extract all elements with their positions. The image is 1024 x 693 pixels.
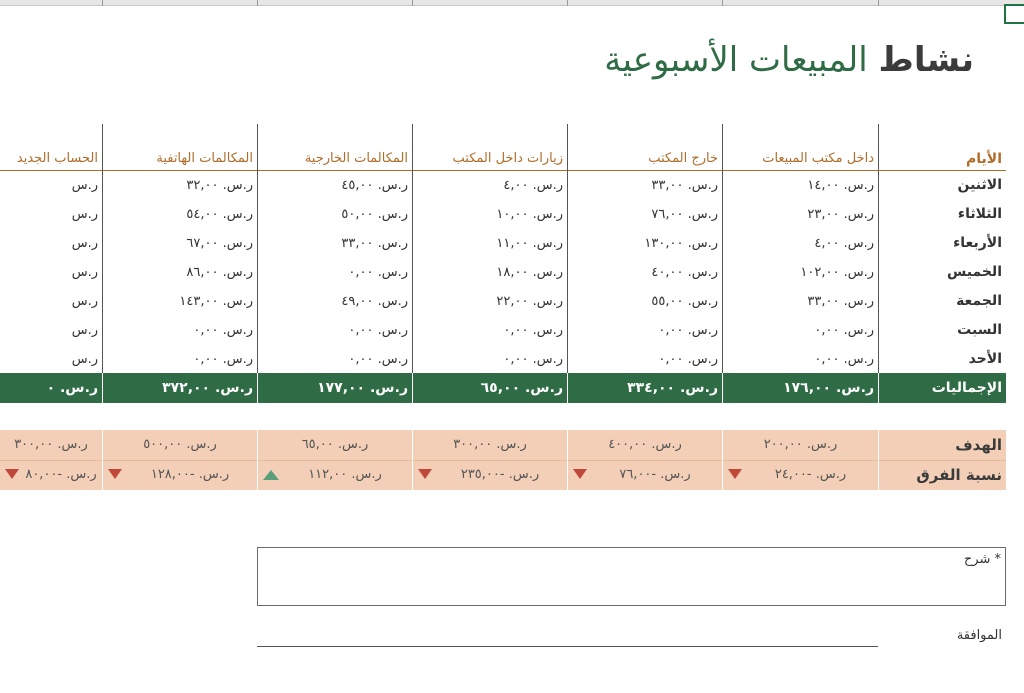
table-cell[interactable]: ر.س. ١٠٢,٠٠	[723, 258, 878, 287]
column-separator	[412, 0, 413, 6]
page-title: نشاط المبيعات الأسبوعية	[604, 40, 974, 80]
table-cell[interactable]: ر.س	[0, 171, 102, 200]
goal-cell[interactable]: ر.س. ٢٠٠,٠٠	[723, 430, 878, 460]
table-cell[interactable]: ر.س. ٣٣,٠٠	[258, 229, 412, 258]
table-cell[interactable]: ر.س. ٠,٠٠	[413, 345, 567, 374]
column-separator	[102, 0, 103, 6]
table-cell[interactable]: ر.س. ٧٦,٠٠	[568, 200, 722, 229]
triangle-down-icon	[573, 469, 587, 479]
table-cell[interactable]: ر.س. ٠,٠٠	[413, 316, 567, 345]
header-phone-calls[interactable]: المكالمات الهاتفية	[103, 147, 257, 171]
table-cell[interactable]: ر.س. ٠,٠٠	[103, 316, 257, 345]
table-cell[interactable]: ر.س. ٠,٠٠	[723, 345, 878, 374]
row-day-label[interactable]: الأحد	[878, 345, 1006, 374]
total-cell[interactable]: ر.س. ٦٥,٠٠	[413, 373, 567, 403]
table-cell[interactable]: ر.س. ٠,٠٠	[258, 345, 412, 374]
table-cell[interactable]: ر.س. ٠,٠٠	[103, 345, 257, 374]
triangle-up-icon	[263, 470, 279, 480]
header-in-office[interactable]: داخل مكتب المبيعات	[723, 147, 878, 171]
table-cell[interactable]: ر.س. ١٠,٠٠	[413, 200, 567, 229]
row-day-label[interactable]: الثلاثاء	[878, 200, 1006, 229]
goal-cell[interactable]: ر.س. ٣٠٠,٠٠	[0, 430, 102, 460]
comment-box[interactable]: * شرح	[257, 547, 1006, 606]
variance-cell[interactable]: ر.س. -١٢٨,٠٠	[103, 460, 257, 490]
total-cell[interactable]: ر.س. ١٧٦,٠٠	[723, 373, 878, 403]
total-cell[interactable]: ر.س. ٣٧٢,٠٠	[103, 373, 257, 403]
row-day-label[interactable]: السبت	[878, 316, 1006, 345]
total-cell[interactable]: ر.س. ٠	[0, 373, 102, 403]
table-cell[interactable]: ر.س	[0, 316, 102, 345]
title-rest: المبيعات الأسبوعية	[604, 40, 879, 80]
header-new-account[interactable]: الحساب الجديد	[0, 147, 102, 171]
table-cell[interactable]: ر.س. ٤٥,٠٠	[258, 171, 412, 200]
column-separator	[722, 0, 723, 6]
table-cell[interactable]: ر.س. ٠,٠٠	[258, 316, 412, 345]
table-cell[interactable]: ر.س. ٥٥,٠٠	[568, 287, 722, 316]
row-day-label[interactable]: الخميس	[878, 258, 1006, 287]
comment-label: * شرح	[963, 552, 1001, 567]
table-cell[interactable]: ر.س. ٥٤,٠٠	[103, 200, 257, 229]
variance-cell[interactable]: ر.س. ١١٢,٠٠	[258, 460, 412, 490]
row-day-label[interactable]: الاثنين	[878, 171, 1006, 200]
table-cell[interactable]: ر.س. ٠,٠٠	[723, 316, 878, 345]
table-cell[interactable]: ر.س	[0, 258, 102, 287]
goal-cell[interactable]: ر.س. ٦٥,٠٠	[258, 430, 412, 460]
column-header-strip	[0, 0, 1024, 6]
totals-label[interactable]: الإجماليات	[878, 373, 1006, 403]
table-cell[interactable]: ر.س. ٨٦,٠٠	[103, 258, 257, 287]
title-bold: نشاط	[878, 40, 974, 80]
table-cell[interactable]: ر.س. ٤٩,٠٠	[258, 287, 412, 316]
header-office-visits[interactable]: زيارات داخل المكتب	[413, 147, 567, 171]
table-cell[interactable]: ر.س. ١٤٣,٠٠	[103, 287, 257, 316]
goal-label[interactable]: الهدف	[878, 430, 1006, 460]
header-out-office[interactable]: خارج المكتب	[568, 147, 722, 171]
variance-cell[interactable]: ر.س. -٢٣٥,٠٠	[413, 460, 567, 490]
variance-label[interactable]: نسبة الفرق	[878, 460, 1006, 490]
total-cell[interactable]: ر.س. ١٧٧,٠٠	[258, 373, 412, 403]
table-cell[interactable]: ر.س. ١٨,٠٠	[413, 258, 567, 287]
table-cell[interactable]: ر.س. ٣٣,٠٠	[723, 287, 878, 316]
goal-cell[interactable]: ر.س. ٥٠٠,٠٠	[103, 430, 257, 460]
table-cell[interactable]: ر.س. ٤,٠٠	[723, 229, 878, 258]
variance-cell[interactable]: ر.س. -٧٦,٠٠	[568, 460, 722, 490]
total-cell[interactable]: ر.س. ٣٣٤,٠٠	[568, 373, 722, 403]
table-cell[interactable]: ر.س. ٦٧,٠٠	[103, 229, 257, 258]
table-cell[interactable]: ر.س. ٢٣,٠٠	[723, 200, 878, 229]
triangle-down-icon	[418, 469, 432, 479]
variance-cell[interactable]: ر.س. -٢٤,٠٠	[723, 460, 878, 490]
approval-signature-line[interactable]	[257, 646, 878, 647]
table-cell[interactable]: ر.س	[0, 345, 102, 374]
row-day-label[interactable]: الجمعة	[878, 287, 1006, 316]
row-day-label[interactable]: الأربعاء	[878, 229, 1006, 258]
table-cell[interactable]: ر.س. ٠,٠٠	[568, 316, 722, 345]
column-separator	[878, 0, 879, 6]
table-cell[interactable]: ر.س. ٣٣,٠٠	[568, 171, 722, 200]
table-cell[interactable]: ر.س. ٤٠,٠٠	[568, 258, 722, 287]
table-cell[interactable]: ر.س. ١٣٠,٠٠	[568, 229, 722, 258]
triangle-down-icon	[108, 469, 122, 479]
header-outgoing-calls[interactable]: المكالمات الخارجية	[258, 147, 412, 171]
table-cell[interactable]: ر.س. ٠,٠٠	[568, 345, 722, 374]
table-cell[interactable]: ر.س. ٢٢,٠٠	[413, 287, 567, 316]
table-cell[interactable]: ر.س	[0, 229, 102, 258]
table-cell[interactable]: ر.س	[0, 200, 102, 229]
table-cell[interactable]: ر.س. ٤,٠٠	[413, 171, 567, 200]
goal-cell[interactable]: ر.س. ٤٠٠,٠٠	[568, 430, 722, 460]
active-cell-cursor[interactable]	[1004, 4, 1024, 24]
table-cell[interactable]: ر.س. ٣٢,٠٠	[103, 171, 257, 200]
column-separator	[257, 0, 258, 6]
header-days[interactable]: الأيام	[878, 147, 1006, 171]
goal-cell[interactable]: ر.س. ٣٠٠,٠٠	[413, 430, 567, 460]
table-cell[interactable]: ر.س. ١١,٠٠	[413, 229, 567, 258]
table-cell[interactable]: ر.س. ١٤,٠٠	[723, 171, 878, 200]
table-cell[interactable]: ر.س. ٠,٠٠	[258, 258, 412, 287]
triangle-down-icon	[728, 469, 742, 479]
table-cell[interactable]: ر.س	[0, 287, 102, 316]
column-separator	[567, 0, 568, 6]
table-cell[interactable]: ر.س. ٥٠,٠٠	[258, 200, 412, 229]
triangle-down-icon	[5, 469, 19, 479]
approval-label: الموافقة	[956, 628, 1002, 643]
